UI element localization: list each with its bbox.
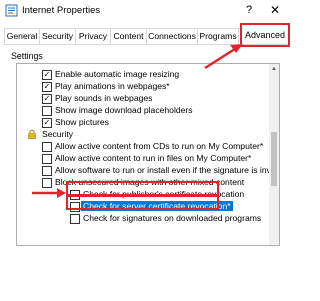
tab-security[interactable]: Security <box>39 28 76 44</box>
checkbox[interactable] <box>42 178 52 188</box>
tab-strip: General Security Privacy Content Connect… <box>4 28 239 44</box>
close-button[interactable]: ✕ <box>270 3 280 17</box>
vertical-scrollbar[interactable]: ▲ <box>269 64 279 245</box>
help-button[interactable]: ? <box>246 4 252 16</box>
setting-play-sounds[interactable]: ✓ Play sounds in webpages <box>17 93 269 105</box>
settings-label: Settings <box>11 51 43 61</box>
setting-show-image-download-placeholders[interactable]: Show image download placeholders <box>17 105 269 117</box>
setting-label: Show image download placeholders <box>55 105 193 115</box>
group-label: Security <box>42 129 74 139</box>
scroll-thumb[interactable] <box>271 132 277 186</box>
tab-connections[interactable]: Connections <box>146 28 198 44</box>
setting-check-signatures-downloaded-programs[interactable]: Check for signatures on downloaded progr… <box>17 213 269 225</box>
checkbox[interactable]: ✓ <box>42 118 52 128</box>
checkbox[interactable]: ✓ <box>42 94 52 104</box>
checkbox[interactable] <box>42 106 52 116</box>
lock-icon <box>28 129 36 139</box>
setting-label: Enable automatic image resizing <box>55 69 180 79</box>
tab-content[interactable]: Content <box>110 28 147 44</box>
checkbox[interactable] <box>42 154 52 164</box>
setting-label: Allow active content to run in files on … <box>55 153 252 163</box>
setting-allow-active-content-files[interactable]: Allow active content to run in files on … <box>17 153 269 165</box>
tab-general[interactable]: General <box>4 28 40 44</box>
setting-label: Play sounds in webpages <box>55 93 153 103</box>
checkbox[interactable] <box>70 214 80 224</box>
setting-label: Allow active content from CDs to run on … <box>55 141 264 151</box>
setting-label: Play animations in webpages* <box>55 81 170 91</box>
setting-label: Show pictures <box>55 117 109 127</box>
setting-allow-active-content-cds[interactable]: Allow active content from CDs to run on … <box>17 141 269 153</box>
setting-label: Allow software to run or install even if… <box>55 165 276 175</box>
setting-enable-automatic-image-resizing[interactable]: ✓ Enable automatic image resizing <box>17 69 269 81</box>
highlight-box-server-revocation <box>66 194 219 210</box>
settings-list[interactable]: ✓ Enable automatic image resizing ✓ Play… <box>16 63 280 246</box>
setting-play-animations[interactable]: ✓ Play animations in webpages* <box>17 81 269 93</box>
window-title: Internet Properties <box>22 5 101 16</box>
scroll-up-icon[interactable]: ▲ <box>269 64 279 74</box>
settings-group-security: Security <box>17 129 269 141</box>
checkbox[interactable]: ✓ <box>42 70 52 80</box>
internet-options-icon <box>5 4 18 17</box>
checkbox[interactable] <box>42 142 52 152</box>
setting-show-pictures[interactable]: ✓ Show pictures <box>17 117 269 129</box>
tab-privacy[interactable]: Privacy <box>75 28 111 44</box>
checkbox[interactable]: ✓ <box>42 82 52 92</box>
tab-programs[interactable]: Programs <box>197 28 239 44</box>
setting-label: Check for signatures on downloaded progr… <box>83 213 262 223</box>
title-bar: Internet Properties ? ✕ <box>0 0 288 22</box>
checkbox[interactable] <box>42 166 52 176</box>
setting-allow-software-invalid-signature[interactable]: Allow software to run or install even if… <box>17 165 276 177</box>
